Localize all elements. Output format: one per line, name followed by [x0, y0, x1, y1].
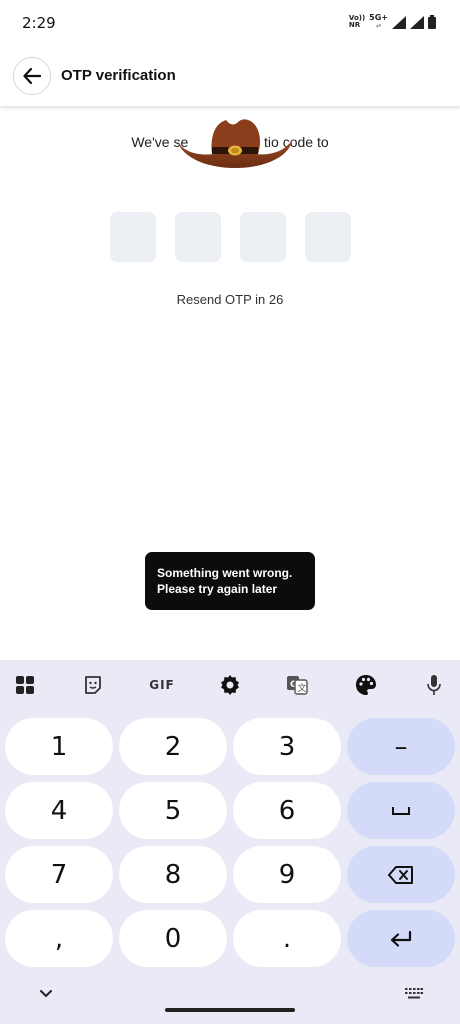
key-2[interactable]: 2 [119, 718, 227, 775]
battery-icon [428, 15, 436, 29]
keyboard: GIF G文 1 2 3 – 4 5 6 7 8 9 , 0 . [0, 660, 460, 1024]
key-7[interactable]: 7 [5, 846, 113, 903]
otp-digit-1[interactable] [110, 212, 156, 262]
key-backspace[interactable] [347, 846, 455, 903]
sticker-icon[interactable] [80, 672, 106, 698]
volte-indicator: Vo)) NR [349, 15, 365, 29]
key-3[interactable]: 3 [233, 718, 341, 775]
arrow-left-icon [23, 68, 41, 84]
backspace-icon [388, 865, 413, 884]
nr-label: NR [348, 21, 361, 29]
error-toast: Something went wrong. Please try again l… [145, 552, 315, 610]
otp-input-row [110, 212, 351, 262]
microphone-icon[interactable] [421, 672, 447, 698]
gif-icon[interactable]: GIF [146, 672, 178, 698]
key-4[interactable]: 4 [5, 782, 113, 839]
network-type-indicator: 5G+ ▴▾ [369, 14, 388, 30]
apps-grid-icon[interactable] [12, 672, 38, 698]
data-activity-icon: ▴▾ [376, 23, 382, 29]
home-indicator[interactable] [165, 1008, 295, 1012]
otp-digit-4[interactable] [305, 212, 351, 262]
key-period[interactable]: . [233, 910, 341, 967]
key-5[interactable]: 5 [119, 782, 227, 839]
toast-line-2: Please try again later [157, 582, 278, 596]
chevron-down-icon[interactable] [40, 990, 52, 998]
settings-gear-icon[interactable] [217, 672, 243, 698]
key-enter[interactable] [347, 910, 455, 967]
enter-icon [390, 930, 412, 947]
status-time: 2:29 [22, 14, 56, 32]
otp-digit-2[interactable] [175, 212, 221, 262]
key-space[interactable] [347, 782, 455, 839]
keyboard-switch-icon[interactable] [405, 988, 423, 1000]
keyboard-bottom-bar [0, 980, 460, 1024]
app-bar: OTP verification [0, 46, 460, 106]
key-1[interactable]: 1 [5, 718, 113, 775]
palette-icon[interactable] [353, 672, 379, 698]
svg-text:文: 文 [298, 682, 307, 694]
key-dash[interactable]: – [347, 718, 455, 775]
screen: 2:29 Vo)) NR 5G+ ▴▾ OTP verification We'… [0, 0, 460, 1024]
translate-icon[interactable]: G文 [284, 672, 310, 698]
status-bar: 2:29 Vo)) NR 5G+ ▴▾ [0, 0, 460, 44]
cowboy-hat-sticker [178, 119, 292, 168]
signal-icon [392, 15, 406, 29]
network-type-label: 5G+ [369, 13, 388, 22]
space-icon [392, 806, 410, 815]
signal-icon-2 [410, 15, 424, 29]
key-8[interactable]: 8 [119, 846, 227, 903]
back-button[interactable] [13, 57, 51, 95]
page-title: OTP verification [61, 67, 176, 84]
status-icons: Vo)) NR 5G+ ▴▾ [349, 14, 436, 30]
key-comma[interactable]: , [5, 910, 113, 967]
toast-line-1: Something went wrong. [157, 566, 293, 580]
key-6[interactable]: 6 [233, 782, 341, 839]
otp-digit-3[interactable] [240, 212, 286, 262]
key-9[interactable]: 9 [233, 846, 341, 903]
gif-label: GIF [149, 678, 175, 692]
resend-otp-timer: Resend OTP in 26 [176, 292, 284, 307]
key-0[interactable]: 0 [119, 910, 227, 967]
keyboard-toolbar: GIF G文 [0, 668, 460, 702]
